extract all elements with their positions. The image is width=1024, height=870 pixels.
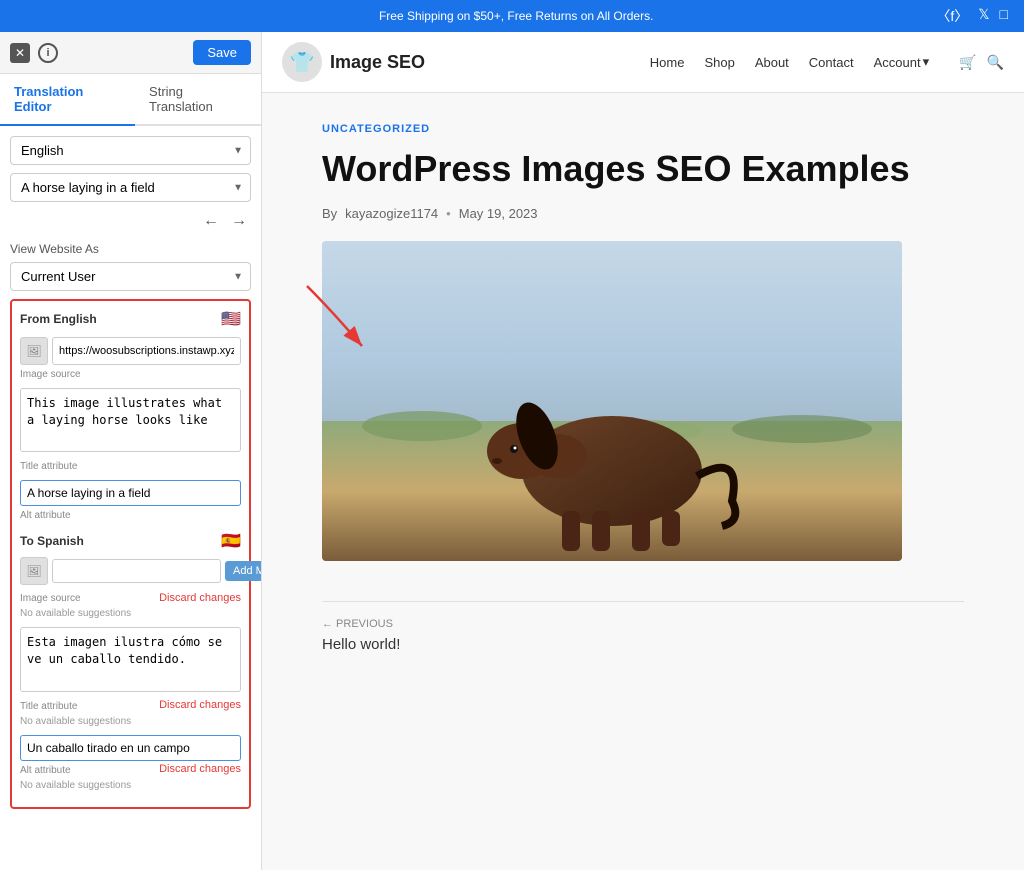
from-image-source-label: Image source xyxy=(20,369,241,380)
article-category: UNCATEGORIZED xyxy=(322,123,964,135)
from-image-thumb: 🖼 xyxy=(20,337,48,365)
panel-content: English Spanish ▼ A horse laying in a fi… xyxy=(0,126,261,870)
to-title-attr-label: Title attribute xyxy=(20,701,77,712)
from-title-attr-input[interactable]: This image illustrates what a laying hor… xyxy=(20,388,241,452)
cart-icon[interactable]: 🛒 xyxy=(959,54,976,71)
account-chevron-icon: ▾ xyxy=(923,54,930,70)
article-content: UNCATEGORIZED WordPress Images SEO Examp… xyxy=(262,93,1024,683)
spanish-flag-icon: 🇪🇸 xyxy=(221,531,241,551)
to-image-thumb: 🖼 xyxy=(20,557,48,585)
from-alt-attr-input[interactable] xyxy=(20,480,241,506)
to-title-attr-field: Esta imagen ilustra cómo se ve un caball… xyxy=(20,627,241,726)
discard-image-link[interactable]: Discard changes xyxy=(159,592,241,604)
panel-header: ✕ i Save xyxy=(0,32,261,74)
nav-links: Home Shop About Contact Account ▾ 🛒 🔍 xyxy=(650,54,1004,71)
to-image-source-label: Image source xyxy=(20,593,81,604)
article-title: WordPress Images SEO Examples xyxy=(322,147,964,190)
logo-icon: 👕 xyxy=(290,50,315,75)
logo-circle: 👕 xyxy=(282,42,322,82)
nav-contact[interactable]: Contact xyxy=(809,55,854,70)
to-alt-attr-label: Alt attribute xyxy=(20,765,71,776)
search-icon[interactable]: 🔍 xyxy=(987,54,1004,71)
nav-arrows: ← → xyxy=(10,210,251,232)
left-panel: ✕ i Save Translation Editor String Trans… xyxy=(0,32,262,870)
content-select-wrapper: A horse laying in a field ▼ xyxy=(10,173,251,202)
article-by: By xyxy=(322,206,337,221)
to-title-attr-input[interactable]: Esta imagen ilustra cómo se ve un caball… xyxy=(20,627,241,691)
from-alt-attr-label: Alt attribute xyxy=(20,510,241,521)
arrow-annotation xyxy=(302,281,372,361)
social-icons: 〈f〉 𝕏 □ xyxy=(936,6,1008,26)
previous-section: ← PREVIOUS Hello world! xyxy=(322,601,964,653)
article-meta: By kayazogize1174 • May 19, 2023 xyxy=(322,206,964,221)
to-alt-attr-input[interactable] xyxy=(20,735,241,761)
content-select[interactable]: A horse laying in a field xyxy=(10,173,251,202)
account-label: Account xyxy=(874,55,921,70)
view-as-select[interactable]: Current User Anonymous User xyxy=(10,262,251,291)
prev-title: Hello world! xyxy=(322,636,964,653)
from-title-attr-field: This image illustrates what a laying hor… xyxy=(20,388,241,472)
site-nav: 👕 Image SEO Home Shop About Contact Acco… xyxy=(262,32,1024,93)
twitter-icon[interactable]: 𝕏 xyxy=(978,6,989,26)
language-select-wrapper: English Spanish ▼ xyxy=(10,136,251,165)
site-name: Image SEO xyxy=(330,52,425,73)
discard-alt-link[interactable]: Discard changes xyxy=(159,763,241,775)
from-section-title: From English xyxy=(20,312,97,326)
nav-about[interactable]: About xyxy=(755,55,789,70)
top-bar: Free Shipping on $50+, Free Returns on A… xyxy=(0,0,1024,32)
article-meta-dot: • xyxy=(446,206,451,221)
to-title-suggestion: No available suggestions xyxy=(20,716,241,727)
nav-extra-icons: 🛒 🔍 xyxy=(959,54,1004,71)
to-alt-suggestion: No available suggestions xyxy=(20,780,241,791)
to-alt-attr-field: Alt attribute Discard changes No availab… xyxy=(20,735,241,791)
language-select[interactable]: English Spanish xyxy=(10,136,251,165)
english-flag-icon: 🇺🇸 xyxy=(221,309,241,329)
tab-translation-editor[interactable]: Translation Editor xyxy=(0,74,135,126)
top-bar-message: Free Shipping on $50+, Free Returns on A… xyxy=(96,9,936,23)
to-section-title: To Spanish xyxy=(20,534,84,548)
to-image-suggestion: No available suggestions xyxy=(20,608,241,619)
info-button[interactable]: i xyxy=(38,43,58,63)
next-arrow-button[interactable]: → xyxy=(227,210,251,232)
save-button[interactable]: Save xyxy=(193,40,251,65)
from-title-attr-label: Title attribute xyxy=(20,461,241,472)
article-image xyxy=(322,241,902,561)
nav-home[interactable]: Home xyxy=(650,55,685,70)
to-image-url-input[interactable] xyxy=(52,559,221,583)
prev-label: ← PREVIOUS xyxy=(322,618,964,630)
from-image-source-field: 🖼 Image source xyxy=(20,337,241,380)
article-image-container: ✏️ xyxy=(322,241,902,561)
article-date: May 19, 2023 xyxy=(459,206,538,221)
facebook-icon[interactable]: 〈f〉 xyxy=(936,6,968,26)
nav-account[interactable]: Account ▾ xyxy=(874,54,930,70)
view-website-label: View Website As xyxy=(10,242,251,256)
from-alt-attr-field: Alt attribute xyxy=(20,480,241,521)
view-as-select-wrapper: Current User Anonymous User ▼ xyxy=(10,262,251,291)
add-media-button[interactable]: Add Media xyxy=(225,561,261,581)
from-image-url-input[interactable] xyxy=(52,337,241,365)
prev-arrow-button[interactable]: ← xyxy=(199,210,223,232)
close-button[interactable]: ✕ xyxy=(10,43,30,63)
instagram-icon[interactable]: □ xyxy=(1000,6,1008,26)
site-logo: 👕 Image SEO xyxy=(282,42,425,82)
horse-svg xyxy=(322,241,902,561)
tab-string-translation[interactable]: String Translation xyxy=(135,74,261,126)
to-section-header: To Spanish 🇪🇸 xyxy=(20,531,241,551)
translation-section: From English 🇺🇸 🖼 Image source This imag… xyxy=(10,299,251,809)
from-section-header: From English 🇺🇸 xyxy=(20,309,241,329)
article-author: kayazogize1174 xyxy=(345,206,438,221)
panel-tabs: Translation Editor String Translation xyxy=(0,74,261,126)
to-image-source-field: 🖼 Add Media Image source Discard changes… xyxy=(20,557,241,619)
right-panel: 👕 Image SEO Home Shop About Contact Acco… xyxy=(262,32,1024,870)
discard-title-link[interactable]: Discard changes xyxy=(159,699,241,711)
nav-shop[interactable]: Shop xyxy=(704,55,734,70)
